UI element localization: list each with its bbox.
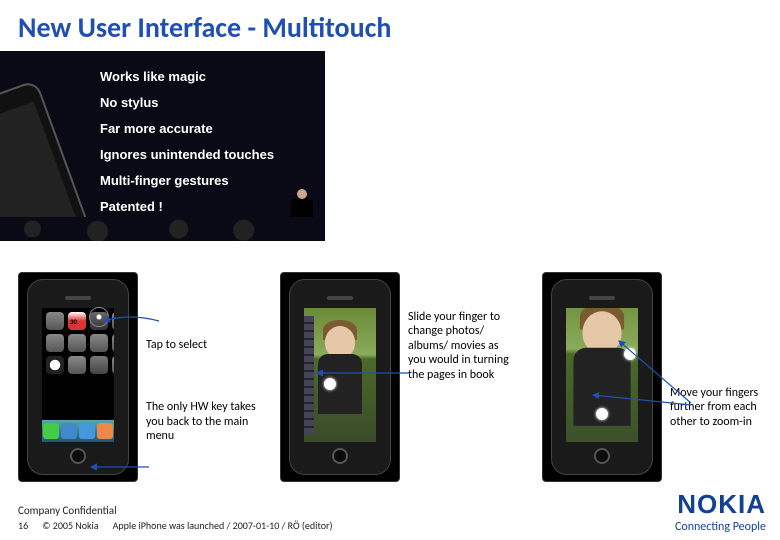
audience-silhouette-icon xyxy=(0,217,325,241)
child-photo-zoomed-icon xyxy=(566,308,638,442)
home-button-icon xyxy=(594,448,610,464)
copyright: © 2005 Nokia xyxy=(42,519,99,532)
annotation-home-key: The only HW key takes you back to the ma… xyxy=(146,400,256,443)
slide-title: New User Interface - Multitouch xyxy=(0,0,780,51)
photo-strip-icon xyxy=(304,316,314,434)
mail-icon xyxy=(61,423,77,439)
app-icon xyxy=(46,312,64,330)
finger-indicator-icon xyxy=(324,378,336,390)
app-icon xyxy=(90,334,108,352)
home-button-icon xyxy=(332,448,348,464)
page-number: 16 xyxy=(18,519,28,532)
child-photo-icon xyxy=(304,308,376,442)
keynote-bullet-list: Works like magic No stylus Far more accu… xyxy=(100,69,274,225)
nokia-tagline: Connecting People xyxy=(675,520,766,534)
iphone-device-zoom xyxy=(542,272,662,482)
nokia-logo: NOKIA xyxy=(675,489,766,520)
nokia-brand: NOKIA Connecting People xyxy=(675,489,766,534)
keynote-bullet: Works like magic xyxy=(100,69,274,84)
ipod-icon xyxy=(97,423,113,439)
home-button-icon xyxy=(70,448,86,464)
keynote-bullet: Patented ! xyxy=(100,199,274,214)
footer-note: Apple iPhone was launched / 2007-01-10 /… xyxy=(113,519,333,532)
keynote-bullet: Ignores unintended touches xyxy=(100,147,274,162)
phone-example-3: Move your fingers further from each othe… xyxy=(542,272,780,482)
calendar-icon: 30 xyxy=(68,312,86,330)
clock-icon xyxy=(46,356,64,374)
finger-indicator-icon xyxy=(596,408,608,420)
keynote-bullet: No stylus xyxy=(100,95,274,110)
app-icon xyxy=(68,356,86,374)
app-icon xyxy=(112,356,114,374)
app-icon xyxy=(112,334,114,352)
phone-icon xyxy=(43,423,59,439)
safari-icon xyxy=(79,423,95,439)
annotation-zoom: Move your fingers further from each othe… xyxy=(670,386,780,429)
annotation-slide: Slide your finger to change photos/ albu… xyxy=(408,310,518,382)
phone-example-1: 30 xyxy=(18,272,256,482)
keynote-photo: Works like magic No stylus Far more accu… xyxy=(0,51,325,241)
iphone-device-photos xyxy=(280,272,400,482)
iphone-device-homescreen: 30 xyxy=(18,272,138,482)
finger-tap-indicator-icon xyxy=(89,307,109,327)
keynote-bullet: Multi-finger gestures xyxy=(100,173,274,188)
dock xyxy=(42,420,114,442)
slide-footer: Company Confidential 16 © 2005 Nokia App… xyxy=(18,504,762,532)
app-icon xyxy=(68,334,86,352)
settings-icon xyxy=(90,356,108,374)
finger-indicator-icon xyxy=(624,348,636,360)
phone-example-2: Slide your finger to change photos/ albu… xyxy=(280,272,518,482)
annotation-tap: Tap to select xyxy=(146,338,256,352)
confidential-label: Company Confidential xyxy=(18,504,762,517)
keynote-bullet: Far more accurate xyxy=(100,121,274,136)
app-icon xyxy=(46,334,64,352)
app-icon xyxy=(112,312,114,330)
